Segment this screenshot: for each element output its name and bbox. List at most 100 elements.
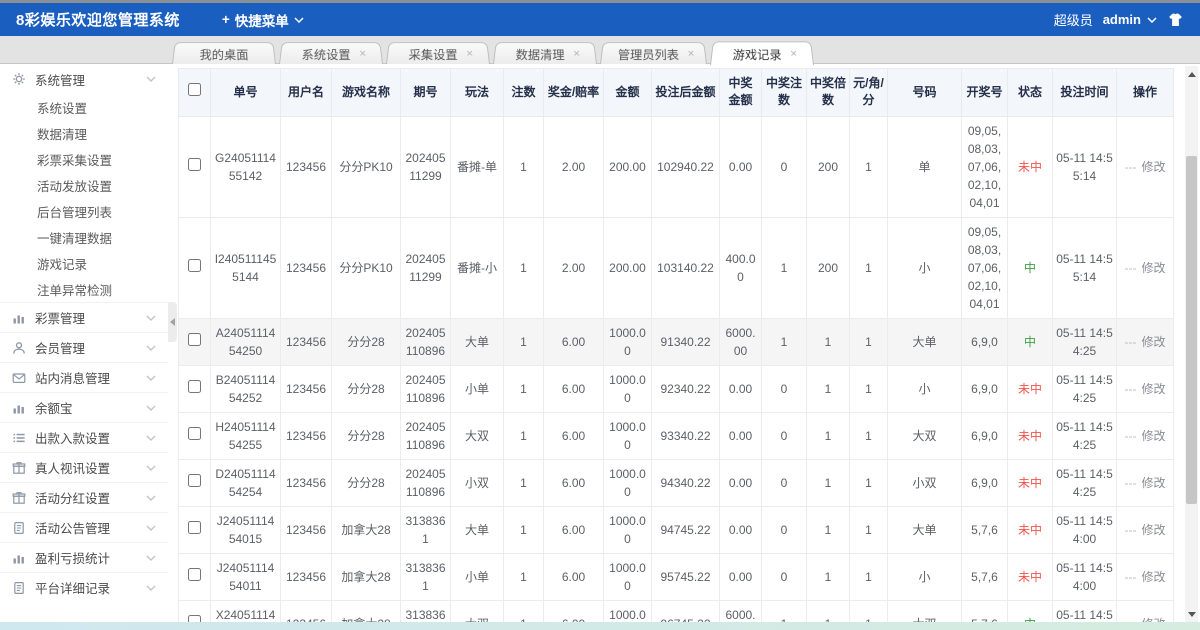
tab-system-settings[interactable]: 系统设置 ×	[279, 42, 383, 64]
main-panel: 单号 用户名 游戏名称 期号 玩法 注数 奖金/赔率 金额 投注后金额 中奖金额 中奖注数 中奖倍数元…	[178, 68, 1174, 630]
sidebar-collapse-handle[interactable]	[168, 302, 177, 342]
shirt-icon[interactable]	[1167, 12, 1184, 28]
cell-unit: 1	[849, 411, 888, 460]
chevron-down-icon	[294, 16, 304, 23]
cell-status: 未中	[1007, 505, 1053, 554]
status-badge: 未中	[1017, 428, 1042, 443]
scrollbar-thumb[interactable]	[1186, 156, 1197, 504]
tab-close-icon[interactable]: ×	[687, 47, 695, 60]
tab-admin-list[interactable]: 管理员列表 ×	[600, 42, 707, 64]
edit-link[interactable]: 修改	[1141, 476, 1165, 490]
cell-draw: 6,9,0	[961, 458, 1008, 507]
chart-icon	[13, 315, 24, 323]
row-checkbox[interactable]	[188, 258, 201, 272]
tab-label: 采集设置	[408, 48, 458, 62]
row-checkbox[interactable]	[188, 157, 201, 171]
status-badge: 未中	[1017, 475, 1042, 490]
cell-period: 20240511299	[400, 115, 451, 218]
tab-close-icon[interactable]: ×	[573, 47, 581, 60]
tab-label: 管理员列表	[617, 48, 680, 62]
cell-status: 中	[1007, 317, 1053, 366]
column-header: 中奖注数	[761, 68, 807, 117]
tab-game-records[interactable]: 游戏记录 ×	[709, 41, 814, 65]
sidebar-subitem[interactable]: 活动发放设置	[0, 172, 168, 198]
cell-game: 分分28	[331, 317, 401, 366]
status-badge: 中	[1023, 334, 1036, 349]
sidebar-item-platform-detail-records[interactable]: 平台详细记录	[0, 572, 168, 602]
tab-close-icon[interactable]: ×	[789, 47, 797, 60]
cell-odds: 6.00	[543, 317, 604, 366]
sidebar-item-profit-loss-stats[interactable]: 盈利亏损统计	[0, 542, 168, 572]
cell-win-amount: 0.00	[719, 552, 762, 601]
tab-label: 游戏记录	[731, 48, 782, 62]
row-checkbox[interactable]	[188, 473, 201, 487]
chevron-down-icon	[146, 435, 156, 441]
sidebar-item-label: 站内消息管理	[35, 372, 111, 386]
tab-close-icon[interactable]: ×	[466, 47, 474, 60]
table-row: D2405111454254 123456 分分28 202405110896 小双 1 6…	[178, 458, 1174, 507]
sidebar-item-activity-notice-management[interactable]: 活动公告管理	[0, 512, 168, 542]
sidebar-item-system-management[interactable]: 系统管理	[0, 64, 168, 94]
sidebar-subitem[interactable]: 注单异常检测	[0, 276, 168, 302]
status-badge: 未中	[1017, 159, 1042, 174]
sidebar-item-yuebao[interactable]: 余额宝	[0, 392, 168, 422]
sidebar-subitem[interactable]: 数据清理	[0, 120, 168, 146]
quick-menu-button[interactable]: + 快捷菜单	[222, 10, 304, 30]
tab-data-cleanup[interactable]: 数据清理 ×	[493, 42, 597, 64]
edit-link[interactable]: 修改	[1141, 335, 1165, 349]
edit-link[interactable]: 修改	[1141, 523, 1165, 537]
cell-game: 加拿大28	[331, 505, 401, 554]
row-select-cell	[178, 216, 211, 319]
sidebar-subitem[interactable]: 后台管理列表	[0, 198, 168, 224]
cell-order-no: I2405111455144	[210, 216, 281, 319]
sidebar-subitem[interactable]: 游戏记录	[0, 250, 168, 276]
tab-collect-settings[interactable]: 采集设置 ×	[386, 42, 490, 64]
edit-link[interactable]: 修改	[1141, 261, 1165, 275]
sidebar-item-payment-settings[interactable]: 出款入款设置	[0, 422, 168, 452]
chevron-down-icon	[1147, 16, 1157, 23]
cell-win-amount: 0.00	[719, 505, 762, 554]
sidebar-subitem-label: 一键清理数据	[37, 231, 113, 246]
edit-link[interactable]: 修改	[1141, 570, 1165, 584]
column-header: 元/角/分	[849, 68, 888, 117]
sidebar-subitem-label: 游戏记录	[37, 257, 88, 272]
tab-close-icon[interactable]: ×	[359, 47, 367, 60]
row-checkbox[interactable]	[188, 332, 201, 346]
select-all-checkbox[interactable]	[188, 83, 201, 97]
cell-order-no: J2405111454011	[210, 552, 281, 601]
sidebar-subitem[interactable]: 一键清理数据	[0, 224, 168, 250]
row-checkbox[interactable]	[188, 567, 201, 581]
cell-odds: 6.00	[543, 364, 604, 413]
cell-unit: 1	[849, 458, 888, 507]
sidebar-item-activity-dividend-settings[interactable]: 活动分红设置	[0, 482, 168, 512]
cell-bets: 1	[503, 505, 544, 554]
sidebar-subitem-label: 数据清理	[37, 127, 88, 142]
row-checkbox[interactable]	[188, 520, 201, 534]
tab-my-desktop[interactable]: 我的桌面	[172, 42, 276, 64]
user-menu[interactable]: admin	[1103, 12, 1157, 27]
sidebar-item-live-video-settings[interactable]: 真人视讯设置	[0, 452, 168, 482]
cell-after-amount: 94340.22	[651, 458, 720, 507]
sidebar-item-site-message-management[interactable]: 站内消息管理	[0, 362, 168, 392]
sidebar-subitem[interactable]: 彩票采集设置	[0, 146, 168, 172]
cell-period: 202405110896	[400, 317, 451, 366]
cell-play: 大单	[450, 317, 504, 366]
cell-op: --- 修改	[1116, 458, 1174, 507]
row-checkbox[interactable]	[188, 426, 201, 440]
edit-link[interactable]: 修改	[1141, 382, 1165, 396]
scroll-down-arrow[interactable]	[1185, 608, 1198, 620]
edit-link[interactable]: 修改	[1141, 160, 1165, 174]
sidebar-item-member-management[interactable]: 会员管理	[0, 332, 168, 362]
scroll-up-arrow[interactable]	[1185, 68, 1198, 80]
row-checkbox[interactable]	[188, 379, 201, 393]
mail-icon	[12, 372, 26, 383]
edit-link[interactable]: 修改	[1141, 429, 1165, 443]
cell-win-times: 1	[806, 505, 850, 554]
chevron-down-icon	[146, 405, 156, 411]
vertical-scrollbar[interactable]	[1185, 66, 1198, 622]
cell-after-amount: 91340.22	[651, 317, 720, 366]
sidebar-subitem[interactable]: 系统设置	[0, 94, 168, 120]
sidebar-item-lottery-management[interactable]: 彩票管理	[0, 302, 168, 332]
cell-amount: 1000.00	[603, 458, 652, 507]
gift-icon	[12, 491, 26, 504]
